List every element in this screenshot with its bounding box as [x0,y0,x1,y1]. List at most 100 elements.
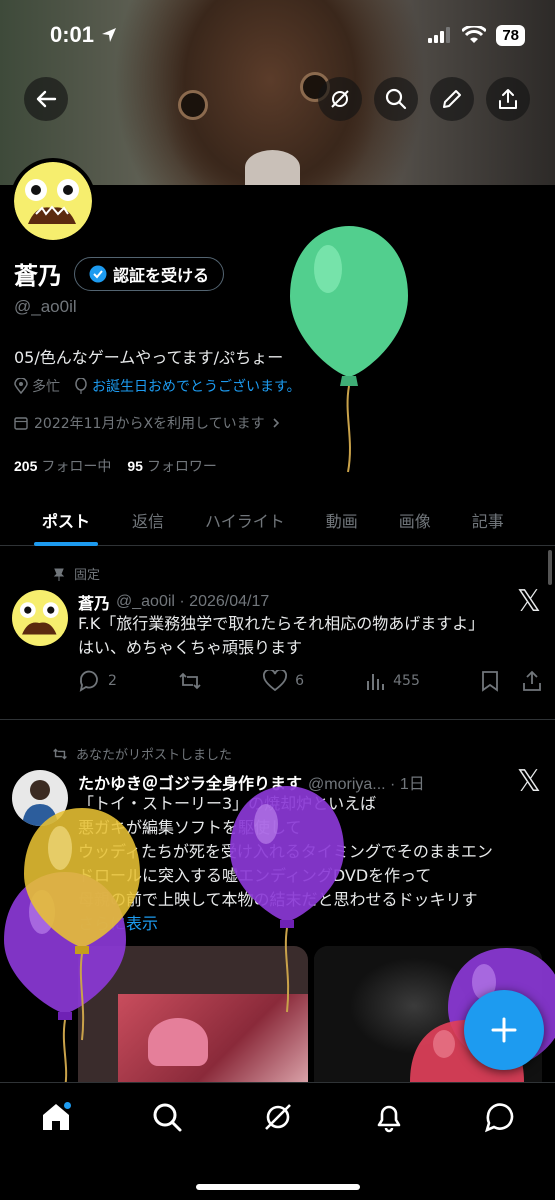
tab-replies-label: 返信 [132,511,165,531]
avatar-illustration [19,602,59,635]
get-verified-label: 認証を受ける [113,265,210,285]
share-icon [499,89,517,109]
grok-icon [264,1104,291,1130]
post-body: F.K「旅行業務独学で取れたらそれ相応の物あげますよ」 はい、めちゃくちゃ頑張り… [78,612,484,660]
compose-post-button[interactable] [464,990,544,1070]
bottom-navigation [0,1082,555,1200]
profile-name: 蒼乃 [14,263,62,290]
views-button[interactable]: 455 [365,671,420,691]
plus-icon [491,1017,517,1043]
reply-icon [79,670,98,692]
nav-search[interactable] [145,1101,189,1145]
share-button[interactable] [486,77,530,121]
profile-name-row: 蒼乃 認証を受ける [14,256,225,291]
tab-replies[interactable]: 返信 [132,494,164,545]
nav-messages[interactable] [478,1101,522,1145]
reply-button[interactable]: 2 [78,670,117,692]
view-count: 455 [393,673,420,689]
birthday-text: お誕生日おめでとうございます。 [92,379,301,395]
bell-icon [377,1105,400,1133]
tab-images[interactable]: 画像 [399,494,431,545]
grok-icon [331,90,349,108]
tab-highlights-label: ハイライト [205,511,285,531]
pinned-label: 固定 [74,568,101,583]
repost-context-label: あなたがリポストしました [76,748,233,763]
pinned-context: 固定 [52,564,100,583]
dog-snout [245,150,300,185]
verified-badge-icon [89,265,107,282]
status-indicators: 78 [428,24,525,46]
chevron-right-icon [273,418,279,428]
profile-meta: 多忙 お誕生日おめでとうございます。 [14,376,301,396]
avatar-illustration [25,179,79,224]
location-item: 多忙 [14,376,60,396]
analytics-icon [367,674,385,690]
profile-avatar[interactable] [10,158,96,244]
profile-tabs: ポスト 返信 ハイライト 動画 画像 記事 [0,494,555,546]
yellow-balloon [24,808,140,1041]
status-bar: 0:01 78 [0,0,555,70]
post-text-line: はい、めちゃくちゃ頑張ります [78,638,303,657]
dog-eye-left [178,90,208,120]
tab-videos-label: 動画 [325,511,358,531]
post-text-line: F.K「旅行業務独学で取れたらそれ相応の物あげますよ」 [78,614,485,633]
bookmark-share-group [481,670,543,692]
heart-icon [263,670,288,692]
search-icon [153,1103,181,1132]
follow-stats: 205 フォロー中 95 フォロワー [14,456,217,476]
tab-images-label: 画像 [398,511,431,531]
wifi-icon [462,26,487,43]
tab-videos[interactable]: 動画 [326,494,358,545]
edit-button[interactable] [430,77,474,121]
profile-bio: 05/色んなゲームやってます/ぷちょー [14,348,284,367]
following-label: フォロー中 [41,459,112,475]
bookmark-icon[interactable] [481,670,499,692]
like-button[interactable]: 6 [263,670,304,692]
pinned-post[interactable]: 固定 蒼乃 @_ao0il · 2026/04/17 𝕏 F.K「旅行業務独学で… [0,548,555,720]
calendar-icon [14,417,28,430]
following-stat[interactable]: 205 フォロー中 [14,456,111,476]
green-balloon [290,226,408,473]
reply-count: 2 [108,673,117,689]
repost-icon [53,748,67,759]
search-button[interactable] [374,77,418,121]
pin-icon [53,568,65,581]
location-arrow-icon [102,28,117,42]
birthday-item[interactable]: お誕生日おめでとうございます。 [74,376,301,396]
location-pin-icon [14,378,28,394]
get-verified-button[interactable]: 認証を受ける [74,256,225,291]
nav-grok[interactable] [256,1101,300,1145]
notification-dot [62,1101,72,1110]
profile-handle: @_ao0il [14,297,77,316]
followers-count: 95 [127,458,143,474]
x-logo-icon: 𝕏 [516,765,541,798]
repost-button[interactable] [178,670,202,692]
repost-context: あなたがリポストしました [52,744,232,763]
battery-indicator: 78 [496,24,525,46]
messages-icon [484,1103,513,1133]
post-author-meta: @_ao0il · 2026/04/17 [116,593,270,610]
post-avatar[interactable] [12,590,68,646]
followers-stat[interactable]: 95 フォロワー [127,456,217,476]
back-button[interactable] [24,77,68,121]
pencil-icon [443,90,461,108]
post-header: 蒼乃 @_ao0il · 2026/04/17 [78,590,269,614]
tab-highlights[interactable]: ハイライト [205,494,285,545]
like-count: 6 [295,673,305,689]
avatar-face [14,162,92,240]
joined-date[interactable]: 2022年11月からXを利用しています [14,413,281,433]
tab-posts[interactable]: ポスト [34,494,98,546]
following-count: 205 [14,458,38,474]
cellular-signal-icon [428,27,451,43]
home-indicator[interactable] [196,1184,360,1190]
grok-button[interactable] [318,77,362,121]
share-icon[interactable] [521,670,543,692]
tab-articles[interactable]: 記事 [472,494,504,545]
media-figure [148,1018,208,1066]
location-text: 多忙 [32,379,60,395]
arrow-left-icon [36,90,57,108]
x-logo-icon: 𝕏 [516,585,541,618]
nav-notifications[interactable] [367,1101,411,1145]
post-author-name[interactable]: 蒼乃 [78,590,110,614]
nav-home[interactable] [34,1101,78,1145]
